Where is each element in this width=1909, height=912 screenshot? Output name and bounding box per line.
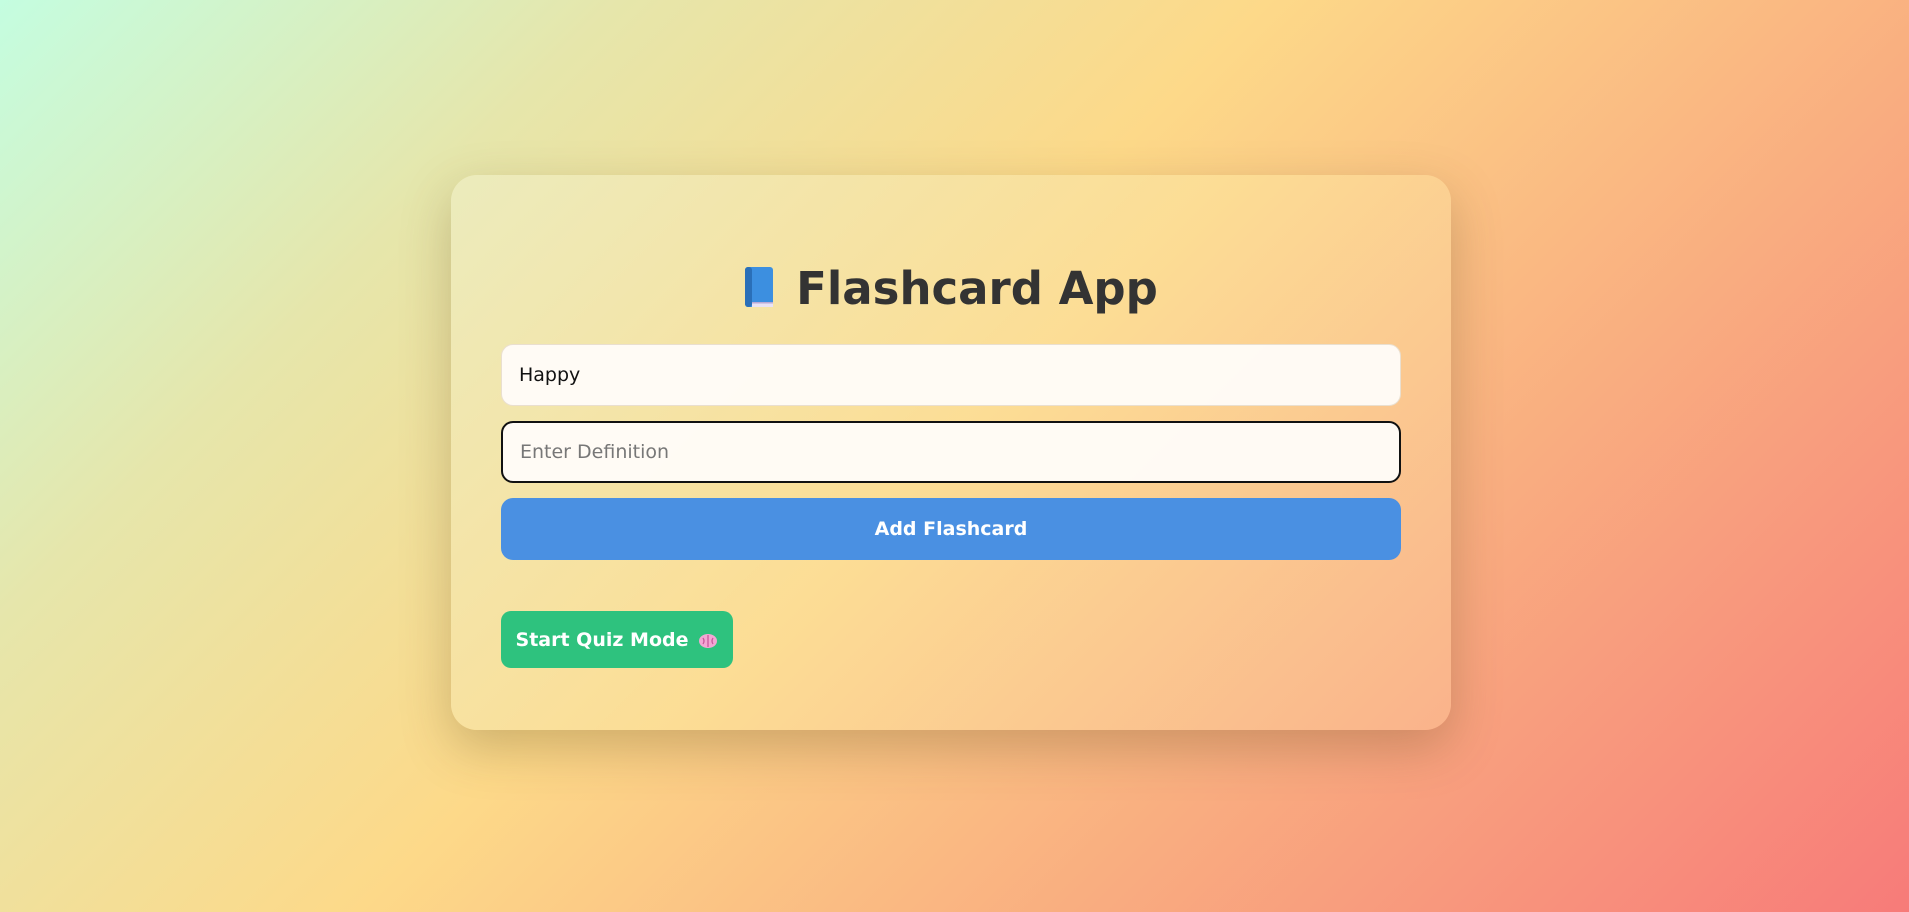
start-quiz-label: Start Quiz Mode (515, 628, 689, 651)
brain-icon (698, 632, 718, 648)
book-icon (744, 263, 774, 307)
term-input[interactable] (501, 344, 1401, 406)
definition-input[interactable] (501, 421, 1401, 483)
page-title: Flashcard App (451, 259, 1451, 319)
title-text: Flashcard App (796, 262, 1158, 315)
flashcard-panel: Flashcard App Add Flashcard Start Quiz M… (451, 175, 1451, 730)
add-flashcard-button[interactable]: Add Flashcard (501, 498, 1401, 560)
start-quiz-button[interactable]: Start Quiz Mode (501, 611, 733, 668)
